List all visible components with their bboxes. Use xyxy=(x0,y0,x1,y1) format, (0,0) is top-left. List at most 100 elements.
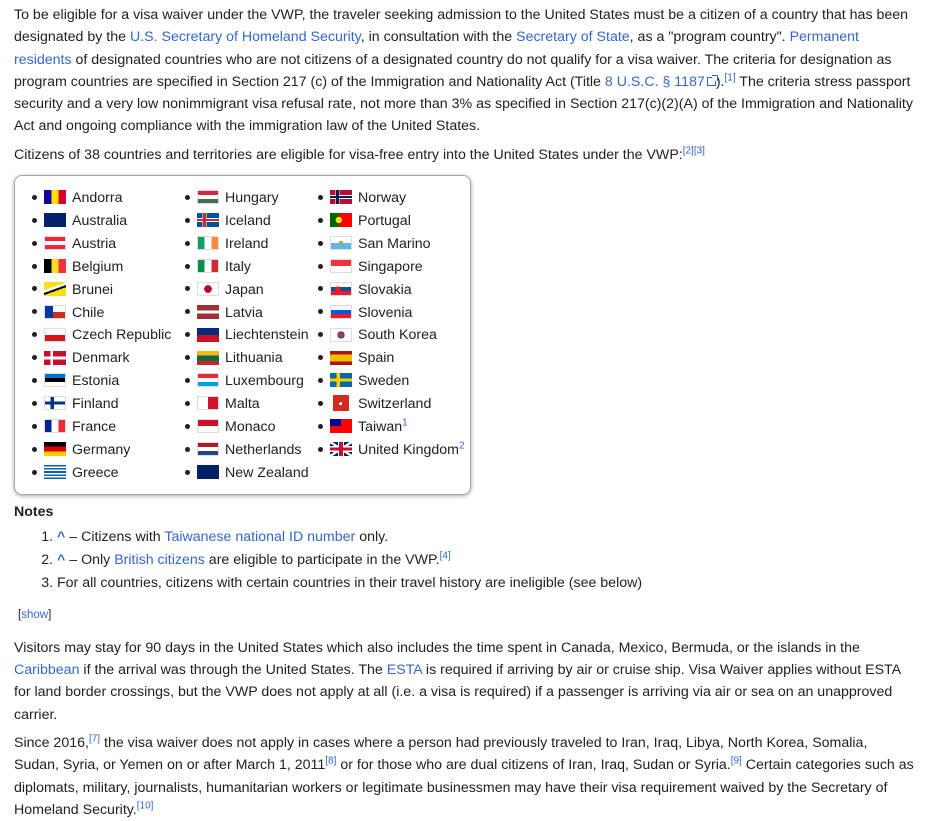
country-link[interactable]: Greece xyxy=(72,465,119,481)
country-link[interactable]: New Zealand xyxy=(225,465,309,481)
bullet-icon xyxy=(185,309,190,315)
text: if the arrival was through the United St… xyxy=(79,662,387,679)
country-link[interactable]: Taiwan xyxy=(358,419,402,435)
country-item: Sweden xyxy=(318,370,465,393)
country-link[interactable]: Latvia xyxy=(225,305,263,321)
country-link[interactable]: Lithuania xyxy=(225,350,283,366)
country-link[interactable]: Norway xyxy=(358,190,406,206)
country-link[interactable]: Slovenia xyxy=(358,305,412,321)
ref-7[interactable]: [7] xyxy=(89,733,100,744)
country-link[interactable]: Monaco xyxy=(225,419,275,435)
country-link[interactable]: Liechtenstein xyxy=(225,327,309,343)
ref-9[interactable]: [9] xyxy=(731,756,742,767)
country-item: Finland xyxy=(32,393,171,416)
flag-lithuania-icon xyxy=(197,350,219,365)
bullet-icon xyxy=(185,332,190,338)
ref-8[interactable]: [8] xyxy=(325,756,336,767)
flag-slovenia-icon xyxy=(330,304,352,319)
ref-1[interactable]: [1] xyxy=(724,72,735,83)
country-link[interactable]: Japan xyxy=(225,282,264,298)
flag-switzerland-icon xyxy=(333,395,349,412)
country-link[interactable]: Luxembourg xyxy=(225,373,304,389)
bullet-icon xyxy=(185,217,190,223)
country-link[interactable]: Switzerland xyxy=(358,396,431,412)
country-item: Portugal xyxy=(318,210,465,233)
show-link[interactable]: show xyxy=(21,609,48,621)
flag-france-icon xyxy=(44,419,66,434)
flag-latvia-icon xyxy=(197,304,219,319)
link-secretary-of-state[interactable]: Secretary of State xyxy=(516,29,630,45)
footnote-ref[interactable]: 1 xyxy=(402,417,408,428)
country-link[interactable]: Belgium xyxy=(72,259,123,275)
link-british-citizens[interactable]: British citizens xyxy=(114,552,205,568)
text: Visitors may stay for 90 days in the Uni… xyxy=(14,639,860,656)
bullet-icon xyxy=(318,194,323,200)
bullet-icon xyxy=(185,263,190,269)
country-link[interactable]: Austria xyxy=(72,236,116,252)
bracket: ] xyxy=(48,608,52,621)
country-link[interactable]: Singapore xyxy=(358,259,423,275)
ref-10[interactable]: [10] xyxy=(137,800,154,811)
country-link[interactable]: Czech Republic xyxy=(72,327,171,343)
countries-intro: Citizens of 38 countries and territories… xyxy=(14,144,914,166)
country-link[interactable]: Malta xyxy=(225,396,260,412)
country-item: Chile xyxy=(32,302,171,325)
country-link[interactable]: San Marino xyxy=(358,236,431,252)
country-item: Greece xyxy=(32,462,171,485)
country-link[interactable]: Sweden xyxy=(358,373,409,389)
flag-malta-icon xyxy=(197,396,219,411)
country-link[interactable]: Chile xyxy=(72,305,104,321)
link-esta[interactable]: ESTA xyxy=(387,662,422,678)
link-caribbean[interactable]: Caribbean xyxy=(14,662,79,678)
link-taiwanese-id[interactable]: Taiwanese national ID number xyxy=(164,529,355,545)
country-item: New Zealand xyxy=(185,462,309,485)
country-item: United Kingdom2 xyxy=(318,439,465,462)
ref-2-3[interactable]: [2][3] xyxy=(683,145,705,156)
country-link[interactable]: Estonia xyxy=(72,373,119,389)
country-item: Switzerland xyxy=(318,393,465,416)
flag-southkorea-icon xyxy=(330,327,352,342)
flag-belgium-icon xyxy=(44,259,66,273)
country-item: Andorra xyxy=(32,187,171,210)
bullet-icon xyxy=(32,377,37,383)
country-link[interactable]: Netherlands xyxy=(225,442,302,458)
country-link[interactable]: Hungary xyxy=(225,190,279,206)
flag-andorra-icon xyxy=(44,190,66,205)
flag-monaco-icon xyxy=(197,419,219,434)
bullet-icon xyxy=(318,446,323,452)
link-secretary-homeland-security[interactable]: U.S. Secretary of Homeland Security xyxy=(130,29,361,45)
link-usc-1187[interactable]: 8 U.S.C. § 1187 xyxy=(605,74,718,90)
country-item: Slovakia xyxy=(318,279,465,302)
country-link[interactable]: France xyxy=(72,419,116,435)
text: or for those who are dual citizens of Ir… xyxy=(336,757,731,774)
country-link[interactable]: Australia xyxy=(72,213,127,229)
country-link[interactable]: Ireland xyxy=(225,236,268,252)
bullet-icon xyxy=(318,217,323,223)
country-link[interactable]: United Kingdom xyxy=(358,442,459,458)
ref-4[interactable]: [4] xyxy=(440,550,451,561)
flag-czech-icon xyxy=(44,327,66,342)
footnote-ref[interactable]: 2 xyxy=(459,440,465,451)
flag-finland-icon xyxy=(44,396,66,411)
bullet-icon xyxy=(32,423,37,429)
flag-italy-icon xyxy=(197,259,219,273)
country-item: Austria xyxy=(32,233,171,256)
country-link[interactable]: Iceland xyxy=(225,213,271,229)
country-link[interactable]: Slovakia xyxy=(358,282,412,298)
text: For all countries, citizens with certain… xyxy=(57,574,643,591)
country-item: South Korea xyxy=(318,324,465,347)
country-link[interactable]: South Korea xyxy=(358,327,437,343)
country-link[interactable]: Italy xyxy=(225,259,251,275)
flag-netherlands-icon xyxy=(197,442,219,457)
text: – Only xyxy=(65,551,115,568)
country-link[interactable]: Germany xyxy=(72,442,130,458)
country-link[interactable]: Finland xyxy=(72,396,119,412)
country-link[interactable]: Denmark xyxy=(72,350,130,366)
note-item: For all countries, citizens with certain… xyxy=(57,572,914,595)
country-link[interactable]: Brunei xyxy=(72,282,113,298)
country-link[interactable]: Portugal xyxy=(358,213,411,229)
country-item: Lithuania xyxy=(185,347,309,370)
flag-spain-icon xyxy=(330,350,352,365)
country-link[interactable]: Spain xyxy=(358,350,394,366)
country-link[interactable]: Andorra xyxy=(72,190,122,206)
